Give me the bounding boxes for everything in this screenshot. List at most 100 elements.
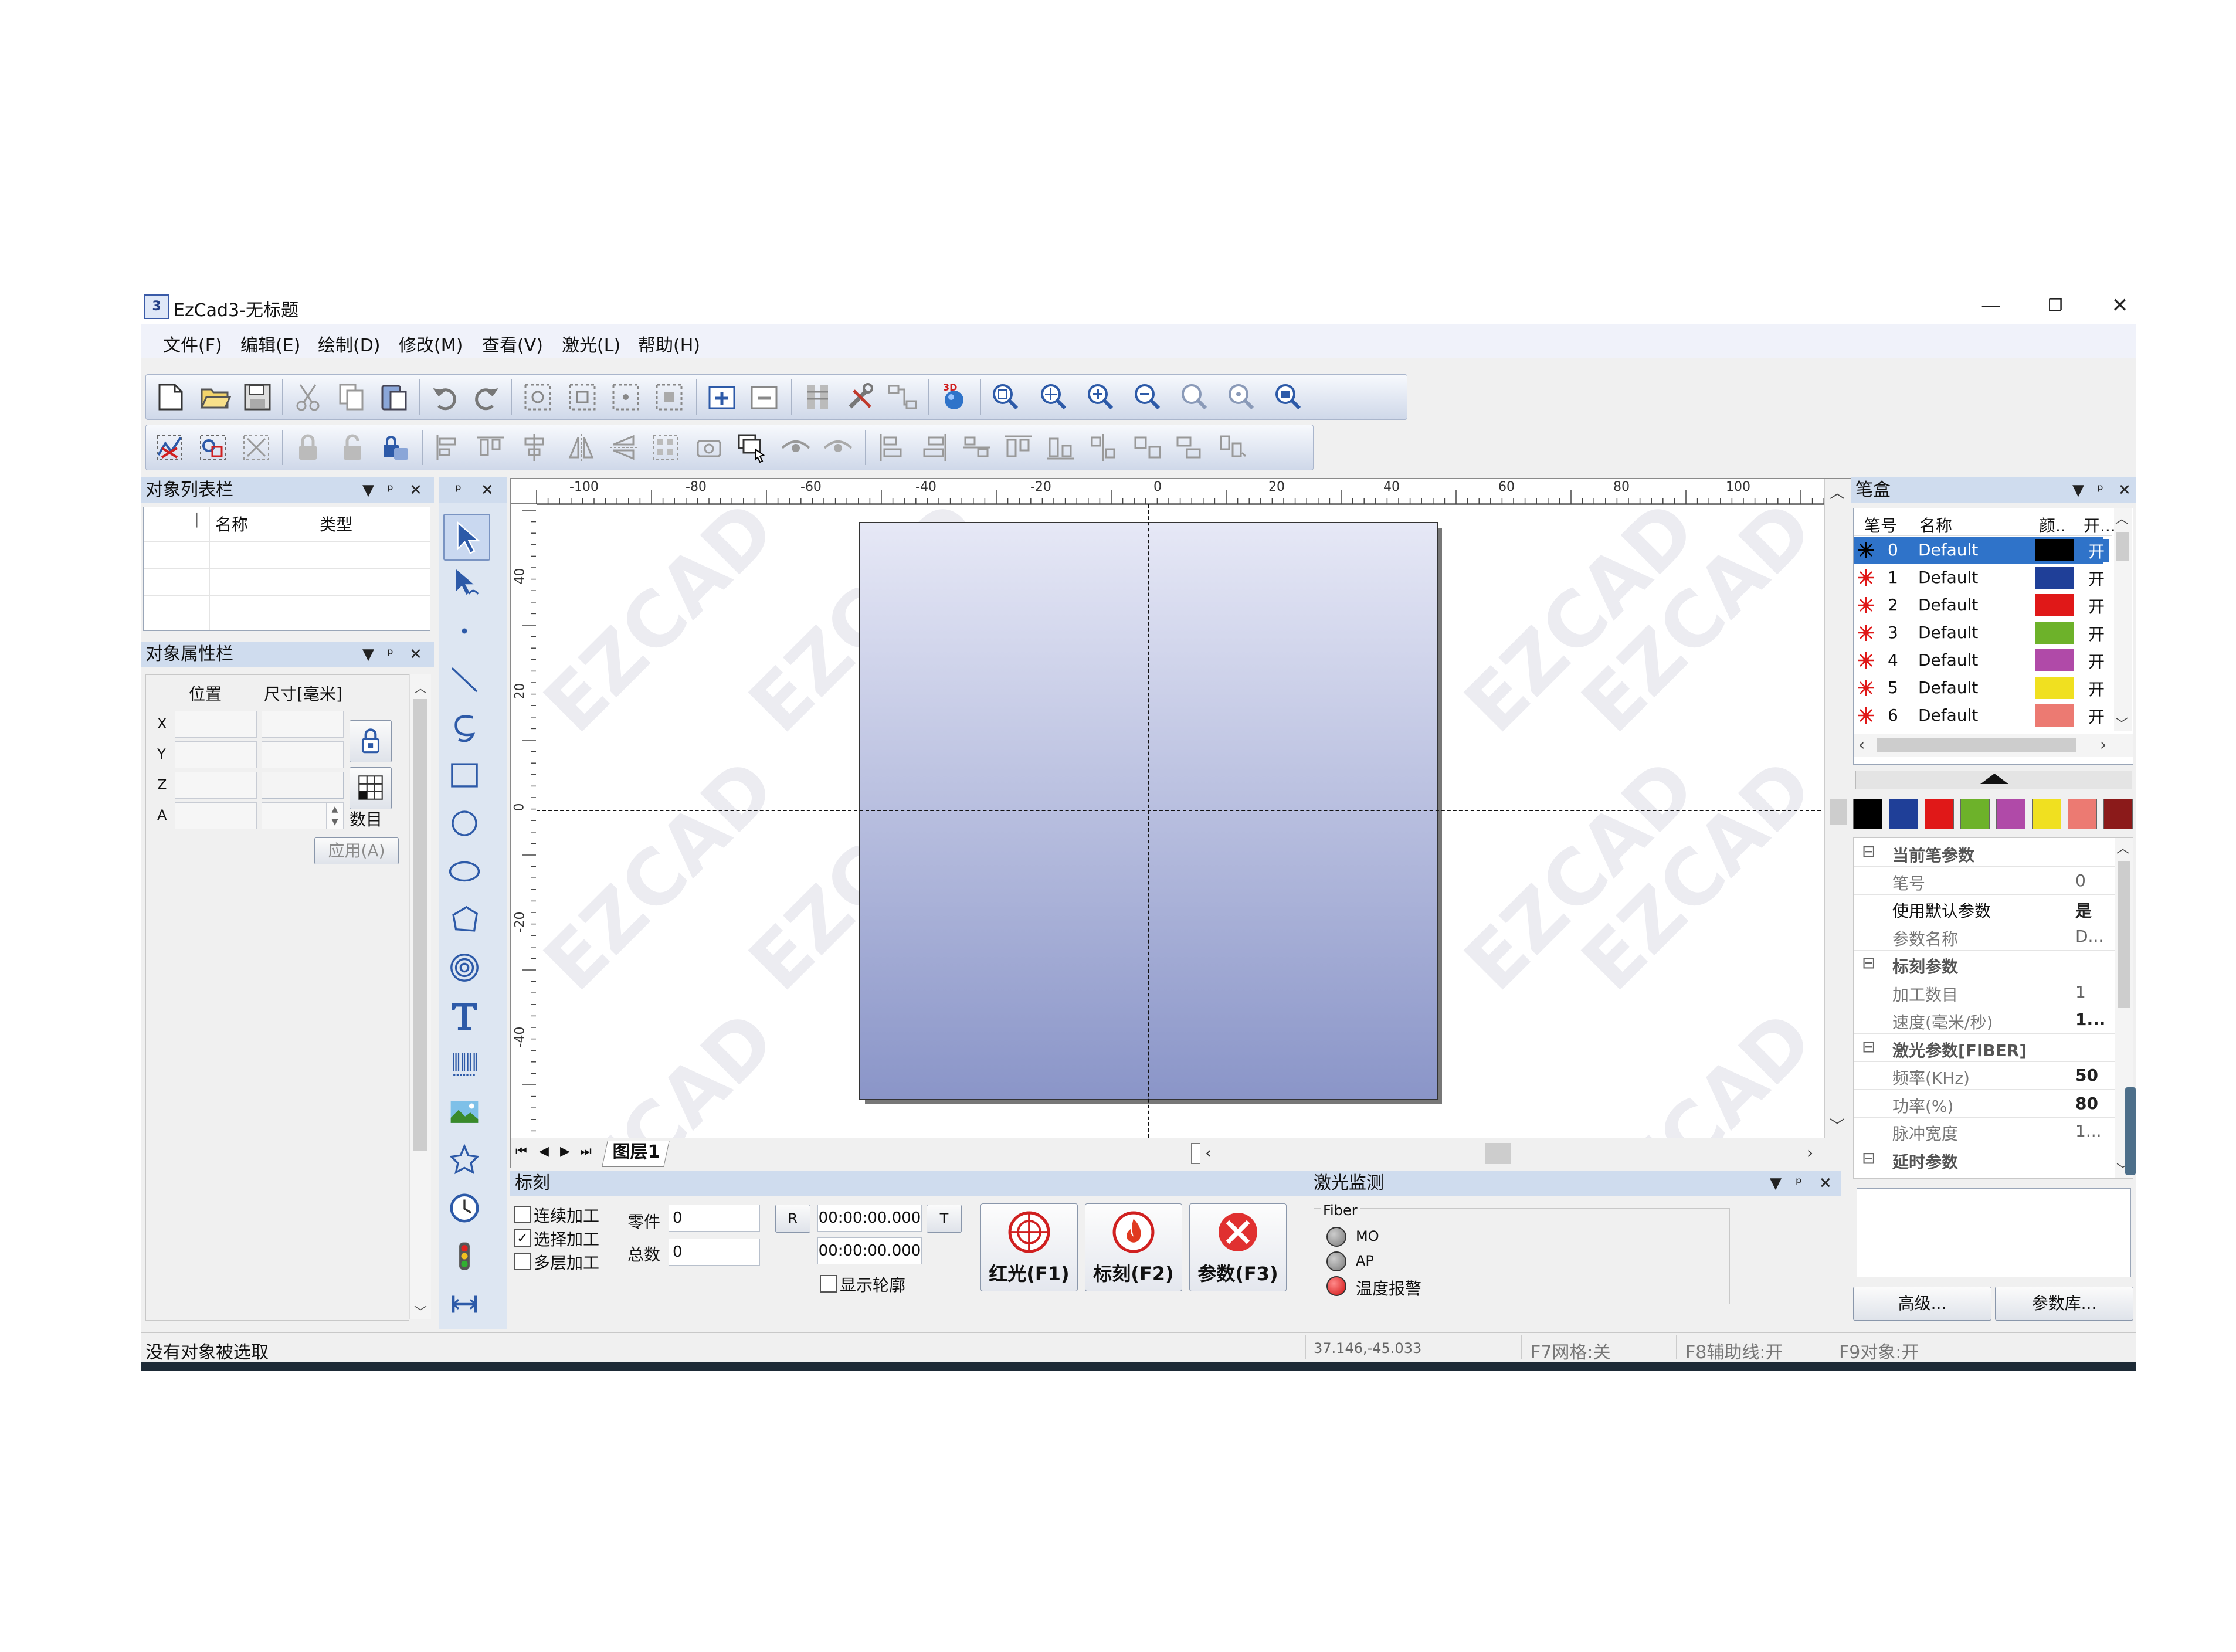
same-size-icon[interactable] <box>1129 429 1166 466</box>
last-layer-icon[interactable]: ⏭ <box>580 1144 592 1159</box>
prop-row[interactable]: 使用默认参数 是 <box>1854 895 2129 922</box>
pen-row[interactable]: 1 Default 开 <box>1854 564 2105 591</box>
pen-row[interactable]: 6 Default 开 <box>1854 702 2105 729</box>
scroll-thumb[interactable] <box>413 699 427 1151</box>
multi-window-icon[interactable] <box>732 429 770 466</box>
prop-row[interactable]: 参数名称 D... <box>1854 922 2129 951</box>
pen-row[interactable]: 2 Default 开 <box>1854 592 2105 619</box>
rectangle-tool-button[interactable] <box>447 758 484 795</box>
pen-state[interactable]: 开 <box>2084 594 2109 618</box>
count-field[interactable] <box>262 802 327 829</box>
grid-status[interactable]: F7网格:关 <box>1531 1338 1610 1363</box>
cut-icon[interactable] <box>289 378 327 416</box>
mark-button[interactable]: 标刻(F2) <box>1085 1203 1182 1291</box>
menu-modify[interactable]: 修改(M) <box>399 331 463 357</box>
panel-dropdown-icon[interactable]: ▼ <box>362 642 374 667</box>
extend-axis-tool-button[interactable] <box>447 1287 484 1324</box>
minimize-button[interactable]: — <box>1964 291 2017 320</box>
vscroll-thumb[interactable] <box>1830 799 1847 825</box>
pen-state[interactable]: 开 <box>2084 622 2109 645</box>
align-left-icon[interactable] <box>430 429 467 466</box>
pen-col-no[interactable]: 笔号 <box>1864 513 1897 537</box>
pen-state[interactable]: 开 <box>2084 649 2109 673</box>
prop-row[interactable]: 功率(%) 80 <box>1854 1090 2129 1118</box>
restore-button[interactable]: ❐ <box>2029 291 2082 320</box>
object-snap-status[interactable]: F9对象:开 <box>1839 1338 1919 1363</box>
count-spinner[interactable]: ▲ ▼ <box>326 802 344 829</box>
align-center-icon[interactable] <box>515 429 553 466</box>
pen-note-box[interactable] <box>1857 1188 2131 1277</box>
hide-icon[interactable] <box>819 429 857 466</box>
array-icon[interactable] <box>647 429 684 466</box>
panel-close-icon[interactable]: ✕ <box>2118 477 2131 503</box>
spiral-tool-button[interactable] <box>447 950 484 988</box>
panel-pin-icon[interactable]: ᵖ <box>387 642 393 667</box>
pen-row[interactable]: 3 Default 开 <box>1854 619 2105 646</box>
layer-tab[interactable]: 图层1 <box>602 1141 670 1167</box>
prop-row[interactable]: 笔号 0 <box>1854 867 2129 895</box>
same-height-icon[interactable] <box>1213 429 1251 466</box>
pos-y-field[interactable] <box>175 741 257 768</box>
part-count-field[interactable]: 0 <box>669 1205 760 1232</box>
pen-color-swatch[interactable] <box>2035 622 2074 644</box>
redo-icon[interactable] <box>467 378 505 416</box>
prop-group[interactable]: ⊟ 标刻参数 <box>1854 951 2129 978</box>
dist-top-icon[interactable] <box>1000 429 1037 466</box>
prop-row[interactable]: 加工数目 1 <box>1854 978 2129 1006</box>
palette-swatch[interactable] <box>2032 799 2061 829</box>
ungroup-icon[interactable] <box>237 429 275 466</box>
hscroll-thumb[interactable] <box>1485 1143 1511 1164</box>
panel-close-icon[interactable]: ✕ <box>409 642 422 667</box>
dist-vcenter-icon[interactable] <box>1084 429 1122 466</box>
side-tab-handle[interactable] <box>2125 1087 2136 1175</box>
show-contour-checkbox[interactable] <box>820 1275 837 1293</box>
panel-dropdown-icon[interactable]: ▼ <box>362 477 374 503</box>
params-button[interactable]: 参数(F3) <box>1189 1203 1287 1291</box>
zoom-all-icon[interactable] <box>1176 378 1213 416</box>
polygon-tool-button[interactable] <box>447 902 484 939</box>
panel-close-icon[interactable]: ✕ <box>409 477 422 503</box>
menu-file[interactable]: 文件(F) <box>163 331 222 357</box>
zoom-workspace-icon[interactable] <box>1270 378 1307 416</box>
group-icon[interactable] <box>194 429 232 466</box>
pen-splitter[interactable] <box>1855 771 2132 789</box>
show-icon[interactable] <box>777 429 815 466</box>
menu-edit[interactable]: 编辑(E) <box>240 331 300 357</box>
prop-row[interactable]: 速度(毫米/秒) 1... <box>1854 1006 2129 1034</box>
lock-all-icon[interactable] <box>377 429 415 466</box>
lock-icon[interactable] <box>289 429 327 466</box>
hscroll-left-icon[interactable]: ‹ <box>1205 1143 1212 1162</box>
zoom-out-icon[interactable] <box>1129 378 1166 416</box>
group-toggle-icon[interactable]: ⊟ <box>1862 842 1875 861</box>
select-rect-icon[interactable] <box>564 378 601 416</box>
palette-swatch[interactable] <box>2068 799 2097 829</box>
dist-bottom-icon[interactable] <box>1042 429 1080 466</box>
prop-group[interactable]: ⊟ 激光参数[FIBER] <box>1854 1034 2129 1062</box>
pen-color-swatch[interactable] <box>2035 649 2074 671</box>
pen-list-vscroll[interactable]: ︿ ﹀ <box>2114 508 2132 732</box>
paste-icon[interactable] <box>375 378 412 416</box>
node-edit-tool-button[interactable] <box>447 565 484 603</box>
pen-state[interactable]: 开 <box>2084 704 2109 728</box>
hscroll-splitter[interactable] <box>1191 1143 1200 1164</box>
position-grid-button[interactable] <box>350 767 392 809</box>
continuous-checkbox[interactable] <box>514 1206 531 1223</box>
palette-swatch[interactable] <box>1996 799 2025 829</box>
prop-value[interactable]: 1 <box>2075 982 2086 1002</box>
barcode-tool-button[interactable] <box>447 1046 484 1084</box>
prop-value[interactable]: 80 <box>2075 1094 2098 1113</box>
advanced-button[interactable]: 高级... <box>1853 1287 1991 1321</box>
palette-swatch[interactable] <box>1853 799 1882 829</box>
line-tool-button[interactable] <box>447 662 484 699</box>
hscroll-right-icon[interactable]: › <box>1807 1143 1813 1162</box>
menu-view[interactable]: 查看(V) <box>482 331 543 357</box>
lock-ratio-button[interactable] <box>350 720 392 762</box>
palette-swatch[interactable] <box>1889 799 1918 829</box>
same-width-icon[interactable] <box>1171 429 1209 466</box>
total-count-field[interactable]: 0 <box>669 1239 760 1266</box>
select-group-icon[interactable] <box>519 378 557 416</box>
save-icon[interactable] <box>239 378 276 416</box>
layout-icon[interactable] <box>799 378 837 416</box>
open-folder-icon[interactable] <box>196 378 234 416</box>
select-center-icon[interactable] <box>607 378 644 416</box>
